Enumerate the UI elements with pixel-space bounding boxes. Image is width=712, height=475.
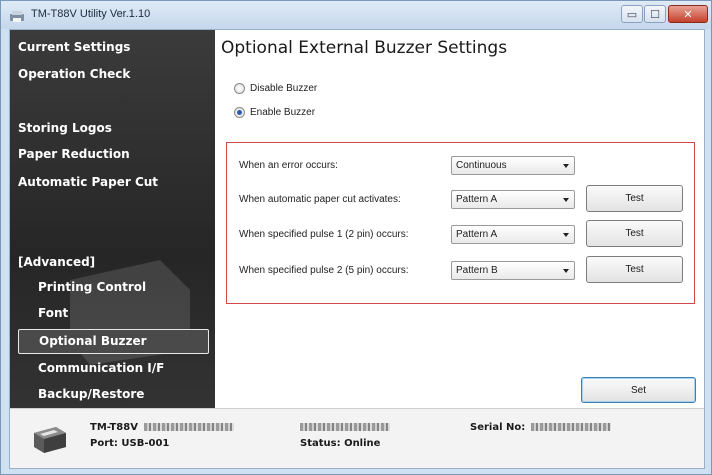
chevron-down-icon [563, 164, 569, 168]
test-paper-cut-button[interactable]: Test [586, 185, 683, 212]
close-icon: ✕ [683, 7, 693, 21]
sidebar-item-current-settings[interactable]: Current Settings [18, 40, 130, 54]
close-button[interactable]: ✕ [668, 5, 708, 23]
disable-buzzer-radio[interactable]: Disable Buzzer [234, 83, 317, 94]
chevron-down-icon [563, 269, 569, 273]
sidebar-item-font[interactable]: Font [38, 306, 68, 320]
setting-row-pulse-1: When specified pulse 1 (2 pin) occurs: P… [227, 220, 693, 247]
main-panel: Optional External Buzzer Settings Disabl… [215, 30, 704, 408]
select-value: Pattern A [456, 194, 498, 205]
app-icon [9, 8, 25, 22]
minimize-button[interactable]: ▭ [621, 5, 643, 23]
sidebar-section-advanced: [Advanced] [18, 255, 96, 269]
sidebar-item-backup-restore[interactable]: Backup/Restore [38, 387, 144, 401]
select-value: Pattern B [456, 265, 498, 276]
printer-model: TM-T88V [90, 422, 234, 433]
status-bar: TM-T88V Port: USB-001 Status: Online Ser… [10, 408, 704, 468]
buzzer-settings-group: When an error occurs: Continuous When au… [226, 142, 695, 304]
serial-number: Serial No: [470, 422, 612, 433]
select-value: Pattern A [456, 229, 498, 240]
test-pulse-2-button[interactable]: Test [586, 256, 683, 283]
window-title: TM-T88V Utility Ver.1.10 [31, 8, 151, 20]
sidebar-item-printing-control[interactable]: Printing Control [38, 280, 146, 294]
pulse-2-buzzer-select[interactable]: Pattern B [451, 261, 575, 280]
pulse-1-buzzer-select[interactable]: Pattern A [451, 225, 575, 244]
select-value: Continuous [456, 160, 507, 171]
serial-label: Serial No: [470, 422, 526, 433]
setting-row-paper-cut: When automatic paper cut activates: Patt… [227, 185, 693, 212]
title-bar[interactable]: TM-T88V Utility Ver.1.10 ▭ ☐ ✕ [1, 1, 711, 29]
sidebar-item-automatic-paper-cut[interactable]: Automatic Paper Cut [18, 175, 158, 189]
model-name: TM-T88V [90, 422, 138, 433]
set-button[interactable]: Set [581, 377, 696, 403]
sidebar-item-optional-buzzer[interactable]: Optional Buzzer [18, 329, 209, 354]
setting-row-error: When an error occurs: Continuous [227, 155, 693, 177]
sidebar-item-storing-logos[interactable]: Storing Logos [18, 121, 112, 135]
chevron-down-icon [563, 198, 569, 202]
enable-buzzer-radio[interactable]: Enable Buzzer [234, 107, 315, 118]
redacted-serial-value [531, 423, 612, 431]
radio-checked-icon[interactable] [234, 107, 245, 118]
page-title: Optional External Buzzer Settings [221, 38, 508, 58]
printer-icon [34, 427, 66, 453]
maximize-button[interactable]: ☐ [644, 5, 666, 23]
test-pulse-1-button[interactable]: Test [586, 220, 683, 247]
sidebar-item-communication-if[interactable]: Communication I/F [38, 361, 164, 375]
radio-unchecked-icon[interactable] [234, 83, 245, 94]
status-text: Status: Online [300, 438, 381, 449]
setting-label: When automatic paper cut activates: [239, 194, 401, 205]
sidebar-item-operation-check[interactable]: Operation Check [18, 67, 130, 81]
error-buzzer-select[interactable]: Continuous [451, 156, 575, 175]
redacted-serial-text [143, 423, 234, 431]
setting-label: When specified pulse 2 (5 pin) occurs: [239, 265, 409, 276]
sidebar-item-paper-reduction[interactable]: Paper Reduction [18, 147, 130, 161]
maximize-icon: ☐ [650, 7, 660, 21]
enable-buzzer-label: Enable Buzzer [250, 107, 316, 118]
setting-label: When specified pulse 1 (2 pin) occurs: [239, 229, 409, 240]
redacted-info [300, 422, 390, 433]
application-window: TM-T88V Utility Ver.1.10 ▭ ☐ ✕ Current S… [0, 0, 712, 475]
chevron-down-icon [563, 233, 569, 237]
setting-label: When an error occurs: [239, 160, 338, 171]
paper-cut-buzzer-select[interactable]: Pattern A [451, 190, 575, 209]
redacted-text [300, 423, 390, 431]
client-area: Current Settings Operation Check Storing… [9, 29, 705, 469]
setting-row-pulse-2: When specified pulse 2 (5 pin) occurs: P… [227, 256, 693, 283]
port-text: Port: USB-001 [90, 438, 170, 449]
disable-buzzer-label: Disable Buzzer [250, 83, 318, 94]
sidebar: Current Settings Operation Check Storing… [10, 30, 215, 408]
minimize-icon: ▭ [626, 7, 638, 21]
